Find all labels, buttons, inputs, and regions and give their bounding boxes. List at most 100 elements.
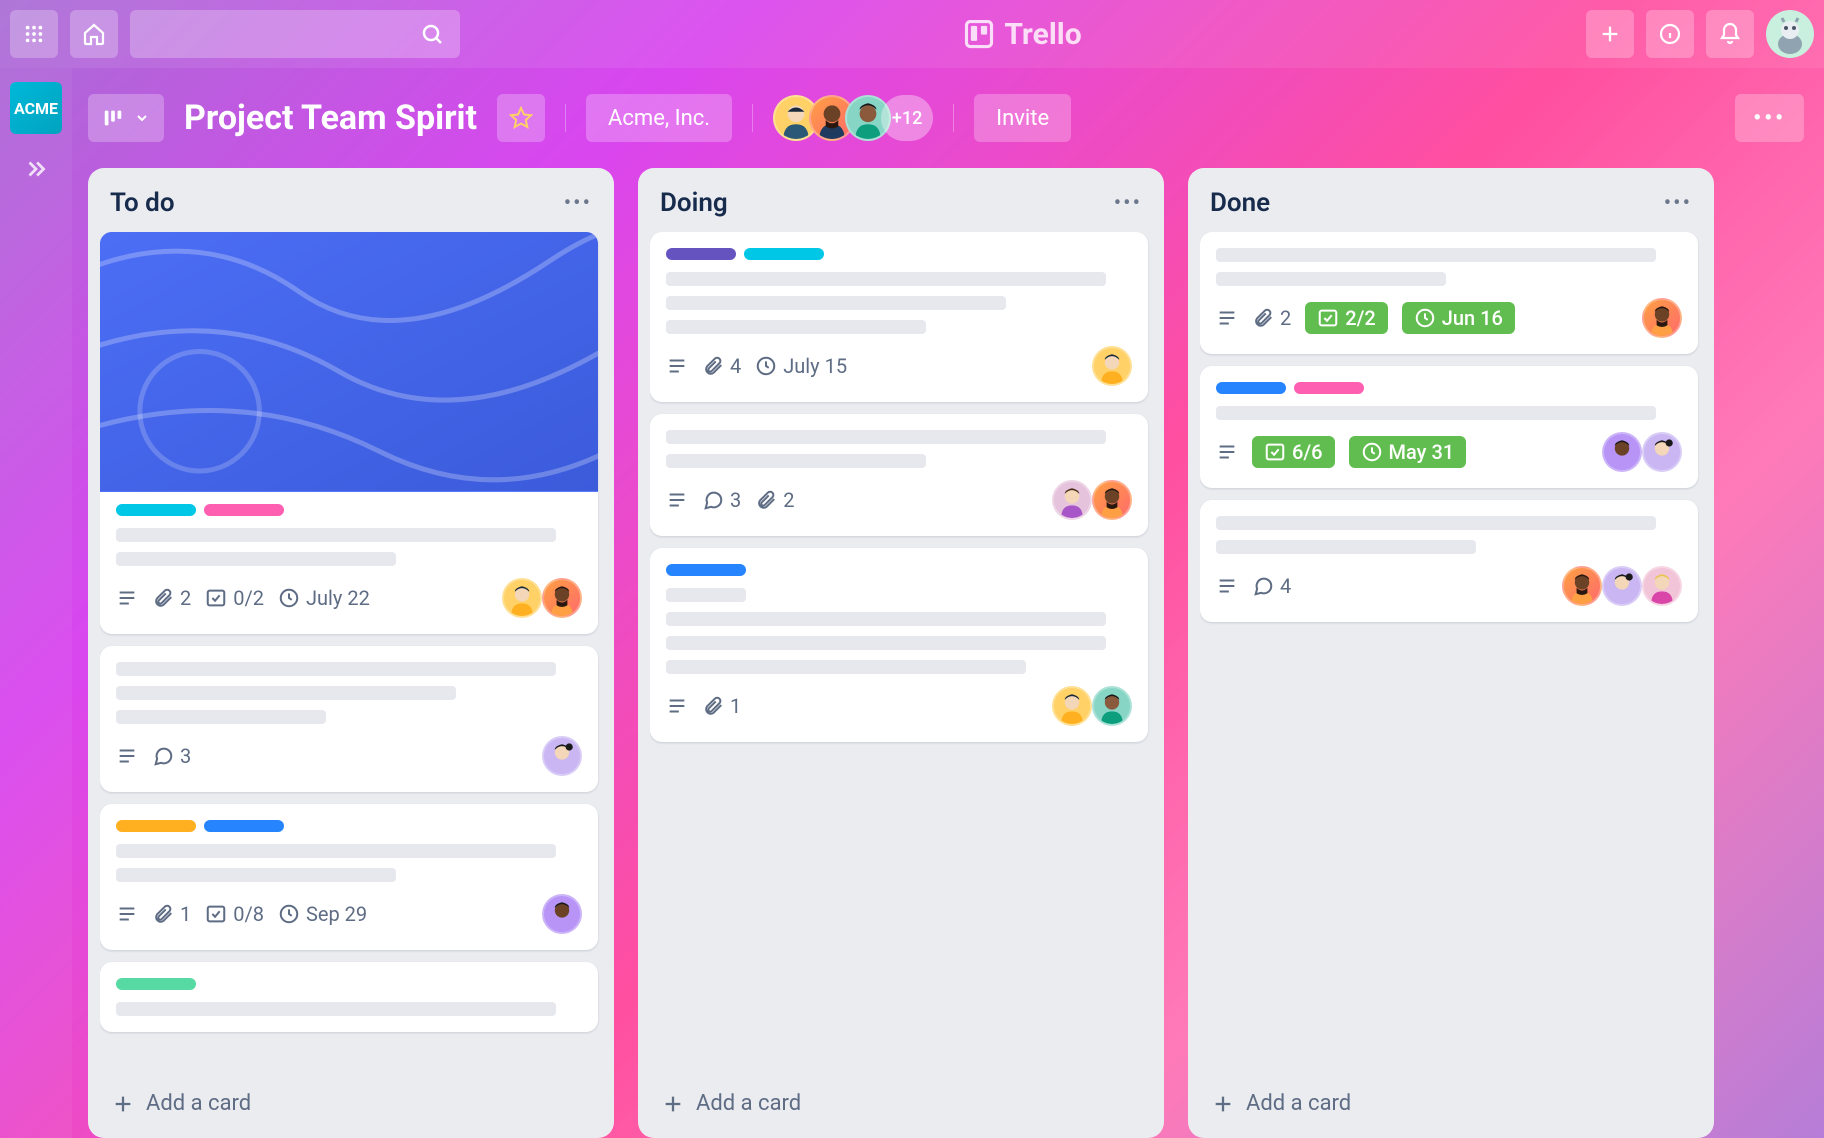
app-logo[interactable]: Trello: [472, 17, 1574, 52]
attach-badge: 2: [755, 488, 794, 512]
member-avatar[interactable]: [542, 736, 582, 776]
list-menu-button[interactable]: •••: [564, 191, 592, 216]
member-avatar[interactable]: [1052, 480, 1092, 520]
card-title-placeholder: [116, 662, 582, 724]
member-avatar[interactable]: [542, 578, 582, 618]
board-members[interactable]: +12: [773, 95, 933, 141]
star-board-button[interactable]: [497, 94, 545, 142]
card-members: [1052, 480, 1132, 520]
member-avatar[interactable]: [542, 894, 582, 934]
desc-badge: [116, 745, 138, 767]
card-badges: 4: [1216, 574, 1291, 598]
card[interactable]: 32: [650, 414, 1148, 536]
card-title-placeholder: [666, 430, 1132, 468]
notifications-icon[interactable]: [1706, 10, 1754, 58]
card-badges: 1: [666, 694, 741, 718]
add-card-button[interactable]: Add a card: [650, 1075, 1152, 1132]
card[interactable]: 2 2/2 Jun 16: [1200, 232, 1698, 354]
comments-badge: 3: [152, 744, 191, 768]
team-name-button[interactable]: Acme, Inc.: [586, 94, 732, 142]
card-members: [502, 578, 582, 618]
app-name: Trello: [1004, 17, 1081, 52]
label-cyan[interactable]: [116, 504, 196, 516]
card[interactable]: [100, 962, 598, 1032]
label-blue[interactable]: [666, 564, 746, 576]
list-menu-button[interactable]: •••: [1664, 191, 1692, 216]
checklist-badge: 0/8: [205, 902, 264, 926]
card[interactable]: 20/2July 22: [100, 232, 598, 634]
card-members: [1642, 298, 1682, 338]
card-title-placeholder: [116, 1002, 582, 1016]
lists-container: To do ••• 2 0/2 July 22 3 1 0/8 Sep 29 Add a card…: [88, 168, 1824, 1138]
member-avatar[interactable]: [1602, 566, 1642, 606]
user-avatar[interactable]: [1766, 10, 1814, 58]
card-labels: [1216, 382, 1682, 394]
board-title[interactable]: Project Team Spirit: [184, 98, 477, 138]
card[interactable]: 4July 15: [650, 232, 1148, 402]
card[interactable]: 3: [100, 646, 598, 792]
member-avatar[interactable]: [1642, 298, 1682, 338]
desc-badge: [666, 355, 688, 377]
date_done-badge: May 31: [1349, 436, 1467, 468]
member-avatar[interactable]: [502, 578, 542, 618]
attach-badge: 2: [1252, 306, 1291, 330]
list: Done ••• 2 2/2 Jun 16 6/6 May 31 4 Add a car…: [1188, 168, 1714, 1138]
label-blue[interactable]: [204, 820, 284, 832]
member-avatar[interactable]: [1052, 686, 1092, 726]
card-members: [542, 894, 582, 934]
date-badge: Sep 29: [278, 902, 367, 926]
info-icon[interactable]: [1646, 10, 1694, 58]
top-bar: Trello: [0, 0, 1824, 68]
desc-badge: [666, 489, 688, 511]
invite-button[interactable]: Invite: [974, 94, 1071, 142]
member-avatar[interactable]: [1092, 480, 1132, 520]
card-badges: 6/6 May 31: [1216, 436, 1466, 468]
label-yellow[interactable]: [116, 820, 196, 832]
card[interactable]: 10/8Sep 29: [100, 804, 598, 950]
attach-badge: 4: [702, 354, 741, 378]
divider: [953, 104, 954, 132]
label-purple[interactable]: [666, 248, 736, 260]
create-button[interactable]: [1586, 10, 1634, 58]
add-card-button[interactable]: Add a card: [100, 1075, 602, 1132]
desc-badge: [1216, 575, 1238, 597]
label-green[interactable]: [116, 978, 196, 990]
list-title[interactable]: To do: [110, 188, 175, 218]
card[interactable]: 6/6 May 31: [1200, 366, 1698, 488]
home-icon[interactable]: [70, 10, 118, 58]
more-members-count[interactable]: +12: [881, 95, 933, 141]
checklist-badge: 0/2: [205, 586, 264, 610]
label-pink[interactable]: [204, 504, 284, 516]
member-avatar[interactable]: [1642, 566, 1682, 606]
date-badge: July 22: [278, 586, 370, 610]
board-menu-button[interactable]: •••: [1735, 94, 1804, 142]
cards-container: 4July 1532 1: [650, 232, 1152, 1075]
label-cyan[interactable]: [744, 248, 824, 260]
card[interactable]: 1: [650, 548, 1148, 742]
add-card-button[interactable]: Add a card: [1200, 1075, 1702, 1132]
card-badges: 10/8Sep 29: [116, 902, 367, 926]
list-menu-button[interactable]: •••: [1114, 191, 1142, 216]
card-labels: [116, 504, 582, 516]
card-members: [1602, 432, 1682, 472]
member-avatar[interactable]: [1562, 566, 1602, 606]
member-avatar[interactable]: [1602, 432, 1642, 472]
label-pink[interactable]: [1294, 382, 1364, 394]
desc-badge: [1216, 307, 1238, 329]
checklist_done-badge: 6/6: [1252, 436, 1335, 468]
card-badges: 3: [116, 744, 191, 768]
card-title-placeholder: [1216, 516, 1682, 554]
member-avatar[interactable]: [1642, 432, 1682, 472]
label-blue[interactable]: [1216, 382, 1286, 394]
list-title[interactable]: Doing: [660, 188, 728, 218]
comments-badge: 4: [1252, 574, 1291, 598]
member-avatar[interactable]: [1092, 686, 1132, 726]
workspace-badge[interactable]: ACME: [10, 82, 62, 134]
apps-icon[interactable]: [10, 10, 58, 58]
member-avatar[interactable]: [1092, 346, 1132, 386]
expand-sidebar-icon[interactable]: [23, 156, 49, 186]
search-input[interactable]: [130, 10, 460, 58]
card[interactable]: 4: [1200, 500, 1698, 622]
list-title[interactable]: Done: [1210, 188, 1270, 218]
board-view-switcher[interactable]: [88, 94, 164, 142]
